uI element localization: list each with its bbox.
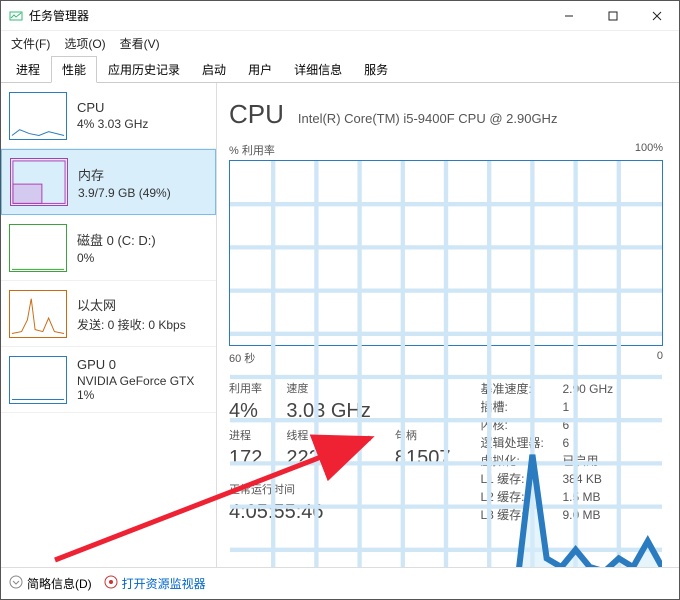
- window-title: 任务管理器: [29, 7, 89, 24]
- cpu-name: Intel(R) Core(TM) i5-9400F CPU @ 2.90GHz: [298, 111, 558, 126]
- sidebar-item-1[interactable]: 内存3.9/7.9 GB (49%): [1, 149, 216, 215]
- tab-5[interactable]: 详细信息: [283, 56, 353, 83]
- tab-2[interactable]: 应用历史记录: [97, 56, 191, 83]
- close-button[interactable]: [635, 1, 679, 31]
- tab-1[interactable]: 性能: [51, 56, 97, 83]
- tab-0[interactable]: 进程: [5, 56, 51, 83]
- menu-view[interactable]: 查看(V): [120, 35, 160, 52]
- menu-options[interactable]: 选项(O): [64, 35, 105, 52]
- sidebar-item-4[interactable]: GPU 0NVIDIA GeForce GTX1%: [1, 347, 216, 413]
- maximize-button[interactable]: [591, 1, 635, 31]
- tabstrip: 进程性能应用历史记录启动用户详细信息服务: [1, 55, 679, 83]
- chevron-down-icon: [9, 575, 23, 592]
- sidebar: CPU4% 3.03 GHz内存3.9/7.9 GB (49%)磁盘 0 (C:…: [1, 83, 217, 567]
- sidebar-item-3[interactable]: 以太网发送: 0 接收: 0 Kbps: [1, 281, 216, 347]
- task-manager-window: 任务管理器 文件(F) 选项(O) 查看(V) 进程性能应用历史记录启动用户详细…: [0, 0, 680, 600]
- page-title: CPU: [229, 99, 284, 130]
- chart-top-right-label: 100%: [635, 142, 663, 158]
- menubar: 文件(F) 选项(O) 查看(V): [1, 31, 679, 55]
- resource-monitor-link[interactable]: 打开资源监视器: [104, 575, 206, 592]
- app-icon: [9, 9, 23, 23]
- tab-3[interactable]: 启动: [191, 56, 237, 83]
- sidebar-item-0[interactable]: CPU4% 3.03 GHz: [1, 83, 216, 149]
- chart-top-left-label: % 利用率: [229, 142, 275, 158]
- footer: 简略信息(D) 打开资源监视器: [1, 567, 679, 599]
- titlebar: 任务管理器: [1, 1, 679, 31]
- main-panel: CPU Intel(R) Core(TM) i5-9400F CPU @ 2.9…: [217, 83, 679, 567]
- tab-4[interactable]: 用户: [237, 56, 283, 83]
- minimize-button[interactable]: [547, 1, 591, 31]
- sidebar-item-2[interactable]: 磁盘 0 (C: D:)0%: [1, 215, 216, 281]
- brief-info-toggle[interactable]: 简略信息(D): [9, 575, 92, 592]
- resource-monitor-icon: [104, 575, 118, 592]
- cpu-chart: [229, 160, 663, 346]
- tab-6[interactable]: 服务: [353, 56, 399, 83]
- menu-file[interactable]: 文件(F): [11, 35, 50, 52]
